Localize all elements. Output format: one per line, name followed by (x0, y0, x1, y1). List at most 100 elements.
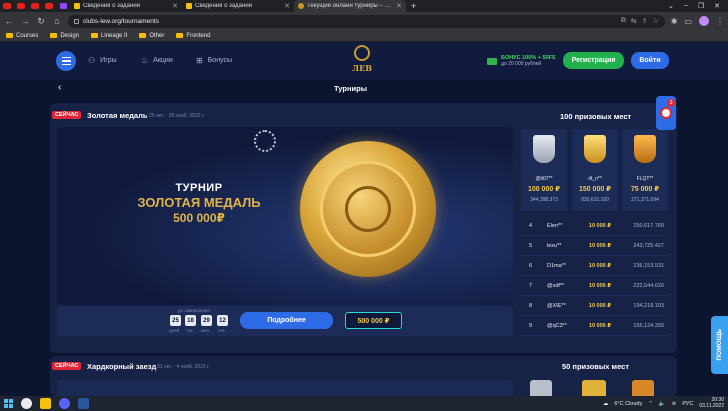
points: 236,153.531 (633, 262, 664, 269)
tab-twitch[interactable] (56, 0, 70, 12)
place: 4 (529, 222, 533, 229)
weather-text[interactable]: 6°C Cloudy (614, 401, 642, 407)
more-icon[interactable]: ⋮ (716, 17, 724, 26)
bookmark-label: Lineage II (101, 32, 128, 39)
explorer-app-icon[interactable] (40, 398, 51, 409)
lion-head-icon (345, 186, 391, 232)
help-button[interactable]: ПОМОЩЬ (711, 316, 728, 374)
browser-tab[interactable]: Сведения о задании ✕ (70, 0, 182, 12)
places-title: 100 призовых мест (560, 112, 632, 121)
timer-minutes: 29 (201, 315, 212, 326)
window-controls: ⌄ – ❐ ✕ (668, 2, 728, 10)
maximize-icon[interactable]: ❐ (698, 2, 704, 10)
timer-unit: дней (169, 328, 180, 333)
chrome-app-icon[interactable] (21, 398, 32, 409)
youtube-icon (3, 3, 11, 9)
sidepanel-icon[interactable]: ▭ (684, 17, 692, 26)
nav-item-games[interactable]: ⚇ Игры (88, 56, 117, 65)
ball-icon (660, 107, 672, 119)
install-icon[interactable]: ⧉ (621, 17, 626, 25)
tournament-name[interactable]: Хардкорный заезд (87, 362, 156, 371)
url-text: clubs-lew.org/tournaments (83, 17, 159, 25)
place: 5 (529, 242, 533, 249)
chevron-down-icon[interactable]: ⌄ (668, 2, 674, 10)
bookmark-label: Courses (16, 32, 39, 39)
trophy-icon (533, 135, 555, 163)
folder-icon (6, 33, 13, 38)
register-button[interactable]: Регистрация (563, 52, 624, 69)
place: 6 (529, 262, 533, 269)
new-tab-button[interactable]: + (406, 1, 421, 11)
trophy-icon (530, 380, 552, 396)
bookmark-folder[interactable]: Other (139, 33, 164, 39)
tab-favicon-icon (298, 3, 304, 9)
tournament-banner[interactable] (57, 380, 513, 396)
chevron-up-icon[interactable]: ⌃ (648, 401, 653, 407)
profile-avatar[interactable] (699, 16, 709, 26)
forward-arrow-icon[interactable]: → (20, 16, 30, 26)
address-bar[interactable]: clubs-lew.org/tournaments ⧉ ⇆ ⇪ ☆ (68, 14, 665, 28)
leaderboard-row: 4 Elen** 10 000 ₽ 250,617.769 (520, 216, 668, 236)
bonus-text: БОНУС 100% + 50FS до 20 000 рублей (501, 55, 556, 67)
lock-icon (74, 18, 79, 24)
podium-user: @ti07** (535, 176, 553, 182)
share-icon[interactable]: ⇪ (642, 17, 648, 25)
timer-unit: час (186, 328, 194, 333)
details-button[interactable]: Подробнее (240, 312, 333, 329)
minimize-icon[interactable]: – (684, 2, 688, 10)
close-icon[interactable]: ✕ (714, 2, 720, 10)
nav-item-bonuses[interactable]: ⊞ Бонусы (196, 56, 232, 65)
banner-text: ТУРНИР ЗОЛОТАЯ МЕДАЛЬ 500 000₽ (134, 182, 264, 225)
banner-line: 500 000₽ (173, 210, 225, 225)
close-icon[interactable]: ✕ (284, 2, 290, 10)
tab-favicon-icon (74, 3, 80, 9)
nav-item-promotions[interactable]: ♨ Акции (141, 56, 173, 65)
bonus-offer[interactable]: БОНУС 100% + 50FS до 20 000 рублей (487, 52, 563, 70)
gold-medal-image (300, 141, 436, 277)
reload-icon[interactable]: ↻ (36, 16, 46, 27)
bookmark-folder[interactable]: Courses (6, 33, 38, 39)
prize: 10 000 ₽ (588, 322, 612, 329)
clock[interactable]: 20:30 03.11.2022 (699, 397, 724, 409)
system-tray: ☁ 6°C Cloudy ⌃ 🔈 ≋ РУС 20:30 03.11.2022 (603, 397, 724, 409)
tab-youtube-1[interactable] (0, 0, 14, 12)
points: 243,725.427 (633, 242, 664, 249)
points: 250,617.769 (633, 222, 664, 229)
twitch-icon (59, 3, 67, 9)
tab-youtube-4[interactable] (42, 0, 56, 12)
nav-label: Игры (100, 57, 117, 64)
bookmark-folder[interactable]: Lineage II (91, 33, 127, 39)
prize: 10 000 ₽ (588, 262, 612, 269)
bookmark-label: Design (60, 32, 80, 39)
word-app-icon[interactable] (78, 398, 89, 409)
gift-icon: ⊞ (196, 56, 203, 65)
lion-logo-icon (354, 45, 370, 61)
extensions-icon[interactable]: ✱ (671, 17, 678, 26)
wifi-icon[interactable]: ≋ (672, 401, 677, 407)
home-icon[interactable]: ⌂ (52, 16, 62, 26)
login-button[interactable]: Войти (631, 52, 669, 69)
user: @XIE** (547, 302, 566, 309)
weather-icon[interactable]: ☁ (603, 401, 609, 407)
browser-tab-active[interactable]: Текущие онлайн турниры – каз… ✕ (294, 0, 406, 12)
windows-start-icon[interactable] (4, 399, 13, 408)
star-icon[interactable]: ☆ (652, 17, 658, 25)
menu-burger-button[interactable] (56, 51, 76, 71)
back-chevron-icon[interactable]: ‹ (58, 82, 61, 93)
back-arrow-icon[interactable]: ← (4, 16, 14, 26)
tab-youtube-2[interactable] (14, 0, 28, 12)
volume-icon[interactable]: 🔈 (659, 401, 666, 407)
translate-icon[interactable]: ⇆ (631, 17, 637, 25)
discord-app-icon[interactable] (59, 398, 70, 409)
bookmark-folder[interactable]: Design (50, 33, 79, 39)
close-icon[interactable]: ✕ (396, 2, 402, 10)
podium-points: 830,615.160 (581, 197, 609, 203)
site-logo[interactable]: ЛЕВ (348, 45, 376, 77)
tournament-banner[interactable] (57, 127, 513, 305)
tab-youtube-3[interactable] (28, 0, 42, 12)
close-icon[interactable]: ✕ (172, 2, 178, 10)
language-indicator[interactable]: РУС (682, 401, 693, 407)
tournament-name[interactable]: Золотая медаль (87, 111, 147, 120)
bookmark-folder[interactable]: Frontend (176, 33, 210, 39)
browser-tab[interactable]: Сведения о задании ✕ (182, 0, 294, 12)
